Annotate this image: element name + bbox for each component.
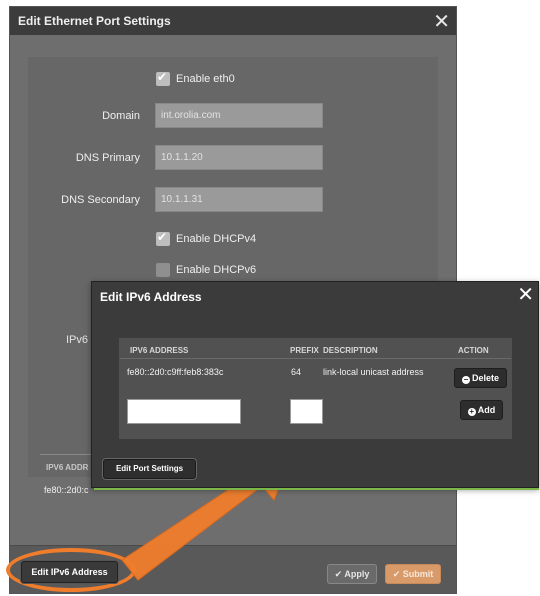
delete-button[interactable]: − Delete [454, 368, 507, 388]
dialog-titlebar: Edit IPv6 Address ✕ [92, 282, 538, 308]
header-divider [120, 358, 511, 359]
delete-label: Delete [471, 373, 499, 383]
column-header-description: DESCRIPTION [323, 346, 378, 355]
minus-circle-icon: − [461, 375, 470, 384]
add-label: Add [477, 405, 496, 415]
edit-ipv6-address-dialog: Edit IPv6 Address ✕ IPV6 ADDRESS PREFIX … [91, 281, 539, 488]
dialog-title: Edit IPv6 Address [100, 290, 202, 304]
new-prefix-input[interactable] [290, 399, 323, 424]
column-header-ipv6-address: IPV6 ADDRESS [130, 346, 189, 355]
row-prefix: 64 [291, 367, 302, 377]
row-description: link-local unicast address [323, 367, 424, 377]
column-header-action: ACTION [458, 346, 489, 355]
plus-circle-icon: + [467, 407, 476, 416]
close-icon[interactable]: ✕ [517, 282, 534, 307]
accent-line [94, 488, 539, 490]
new-ipv6-address-input[interactable] [127, 399, 241, 424]
row-ipv6-address: fe80::2d0:c9ff:feb8:383c [127, 367, 224, 377]
edit-port-settings-button[interactable]: Edit Port Settings [103, 459, 196, 479]
add-button[interactable]: + Add [460, 400, 503, 420]
column-header-prefix: PREFIX [290, 346, 319, 355]
